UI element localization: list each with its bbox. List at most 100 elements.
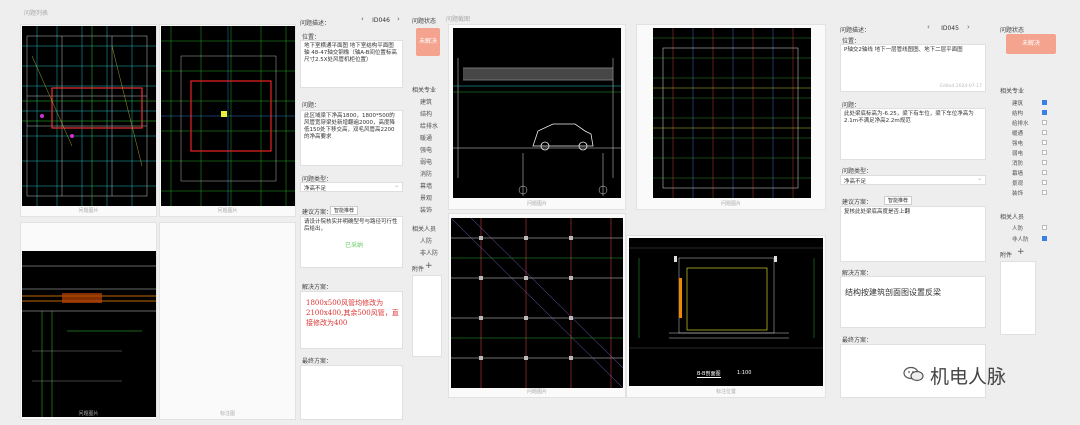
left-panel-header: 问题列表: [24, 10, 49, 17]
chevron-down-icon: ⌄: [394, 183, 399, 189]
specialty-item[interactable]: 景观: [420, 193, 440, 205]
specialty-checkbox[interactable]: [1042, 100, 1047, 105]
next-issue-button[interactable]: ›: [967, 23, 970, 31]
specialty-item[interactable]: 结构: [420, 109, 440, 121]
problem-field[interactable]: 此区域梁下净高1800，1800*500的风管宽穿梁处新增翻遍2000，高度降低…: [300, 110, 403, 166]
status-button[interactable]: 未解决: [1006, 34, 1056, 54]
specialty-checkbox[interactable]: [1042, 150, 1047, 155]
specialty-checkbox[interactable]: [1042, 160, 1047, 165]
image-caption: 标注位置: [715, 389, 736, 395]
specialty-checkbox[interactable]: [1042, 170, 1047, 175]
problem-text: 此区域梁下净高1800，1800*500的风管宽穿梁处新增翻遍2000，高度降低…: [304, 113, 395, 140]
image-caption: 问题图片: [217, 208, 238, 214]
specialty-label: 相关专业: [1000, 88, 1025, 95]
problem-label: 问题：: [302, 102, 321, 109]
image-card-1[interactable]: 问题图片: [20, 24, 157, 217]
section-scale: 1:100: [737, 370, 752, 376]
add-attachment-button[interactable]: +: [425, 261, 433, 271]
people-item[interactable]: 非人防: [420, 248, 438, 257]
people-checkbox[interactable]: [1042, 225, 1047, 230]
add-attachment-button[interactable]: +: [1017, 247, 1025, 257]
status-label: 问题状态: [1000, 27, 1025, 34]
image-caption: 标注图: [219, 411, 235, 417]
prev-issue-button[interactable]: ‹: [361, 15, 364, 23]
specialty-checkbox[interactable]: [1042, 190, 1047, 195]
watermark-text: 机电人脉: [930, 366, 1007, 388]
people-checkbox[interactable]: [1042, 236, 1047, 241]
type-value: 净高不足: [304, 186, 327, 192]
status-button[interactable]: 未解决: [416, 28, 440, 56]
problem-field[interactable]: 此处梁底标高为-6.25，梁下有车位，梁下车位净高为2.1m不满足净高2.2m规…: [840, 108, 986, 160]
specialty-item[interactable]: 装饰: [420, 205, 440, 217]
next-issue-button[interactable]: ›: [397, 15, 400, 23]
specialty-item[interactable]: 强电: [420, 145, 440, 157]
specialty-item[interactable]: 暖通: [420, 133, 440, 145]
cad-drawing: [22, 251, 156, 417]
location-field[interactable]: 地下室横通平面图 地下室结构平面图 轴 48-47轴交钢橡（轴A-B间位置标高尺…: [300, 40, 403, 88]
suggest-text: 复核此处梁底高度是否上翻: [844, 209, 911, 215]
specialty-item[interactable]: 消防: [420, 169, 440, 181]
image-card-2[interactable]: 问题图片: [159, 24, 296, 217]
type-select[interactable]: 净高不足 ⌄: [840, 175, 986, 185]
people-item[interactable]: 人防: [1012, 224, 1023, 232]
adopted-label: 已采纳: [345, 242, 364, 249]
smart-recommend-tab[interactable]: 智能推荐: [884, 196, 913, 205]
type-select[interactable]: 净高不足 ⌄: [300, 182, 403, 192]
issue-id: ID046: [372, 17, 390, 24]
problem-text: 此处梁底标高为-6.25，梁下有车位，梁下车位净高为2.1m不满足净高2.2m规…: [844, 111, 974, 124]
status-label: 问题状态: [412, 18, 437, 25]
specialty-checkbox[interactable]: [1042, 130, 1047, 135]
location-text: P轴交2轴线 地下一层管线图图、地下二层平面图: [844, 47, 963, 53]
attachment-area: [1000, 261, 1036, 335]
people-item[interactable]: 非人防: [1012, 235, 1029, 243]
cad-drawing: [22, 26, 156, 206]
final-label: 最终方案：: [842, 337, 873, 344]
solution-field[interactable]: 1800x500风管均修改为2100x400,其余500风管，直接修改为400: [300, 291, 403, 349]
specialty-list: 建筑 结构 给排水 暖通 强电 弱电 消防 幕墙 景观 装饰: [420, 97, 440, 217]
specialty-item[interactable]: 给排水: [420, 121, 440, 133]
specialty-item[interactable]: 弱电: [420, 157, 440, 169]
specialty-item[interactable]: 幕墙: [420, 181, 440, 193]
smart-recommend-tab[interactable]: 智能推荐: [330, 206, 359, 215]
edit-meta: Edited 2024-07-17: [940, 84, 982, 89]
solution-field[interactable]: 结构按建筑剖面图设置反梁: [840, 276, 986, 328]
specialty-item[interactable]: 建筑: [420, 97, 440, 109]
suggest-label: 建议方案：: [302, 209, 333, 216]
image-caption: 问题图片: [78, 411, 99, 417]
specialty-checkbox[interactable]: [1042, 110, 1047, 115]
specialty-checkbox[interactable]: [1042, 120, 1047, 125]
desc-label: 问题描述：: [840, 27, 871, 34]
location-field[interactable]: P轴交2轴线 地下一层管线图图、地下二层平面图 Edited 2024-07-1…: [840, 44, 986, 92]
final-label: 最终方案：: [302, 358, 333, 365]
cad-drawing: [161, 26, 295, 206]
image-caption: 问题图片: [526, 201, 547, 207]
people-item[interactable]: 人防: [420, 236, 432, 245]
image-card-8[interactable]: B-B剖面图 1:100 标注位置: [626, 235, 826, 398]
cad-drawing: [453, 28, 621, 198]
suggest-field[interactable]: 复核此处梁底高度是否上翻: [840, 206, 986, 262]
prev-issue-button[interactable]: ‹: [927, 23, 930, 31]
solution-text: 1800x500风管均修改为2100x400,其余500风管，直接修改为400: [306, 299, 399, 327]
image-caption: 问题图片: [720, 201, 741, 207]
type-value: 净高不足: [844, 179, 867, 185]
final-field[interactable]: [300, 365, 403, 420]
suggest-text: 请设计院核实并明确型号与路径可行性后给出，: [304, 219, 398, 232]
section-title: B-B剖面图: [697, 371, 721, 378]
chevron-down-icon: ⌄: [977, 176, 982, 182]
middle-panel-header: 问题截图: [446, 16, 471, 23]
image-caption: 问题图片: [526, 389, 547, 395]
image-card-6[interactable]: 问题图片: [636, 24, 826, 210]
image-card-4[interactable]: 标注图: [159, 222, 296, 420]
attach-label: 附件: [412, 266, 425, 273]
suggest-label: 建议方案：: [842, 199, 873, 206]
image-card-7[interactable]: 问题图片: [448, 213, 626, 398]
type-label: 问题类型：: [842, 168, 873, 175]
cad-drawing: [451, 218, 623, 388]
wechat-icon: [903, 366, 925, 382]
image-card-5[interactable]: 问题图片: [448, 24, 626, 210]
image-card-3[interactable]: 问题图片: [20, 222, 157, 420]
attach-label: 附件: [1000, 252, 1013, 259]
solution-label: 解决方案：: [302, 284, 333, 291]
specialty-checkbox[interactable]: [1042, 140, 1047, 145]
specialty-checkbox[interactable]: [1042, 180, 1047, 185]
